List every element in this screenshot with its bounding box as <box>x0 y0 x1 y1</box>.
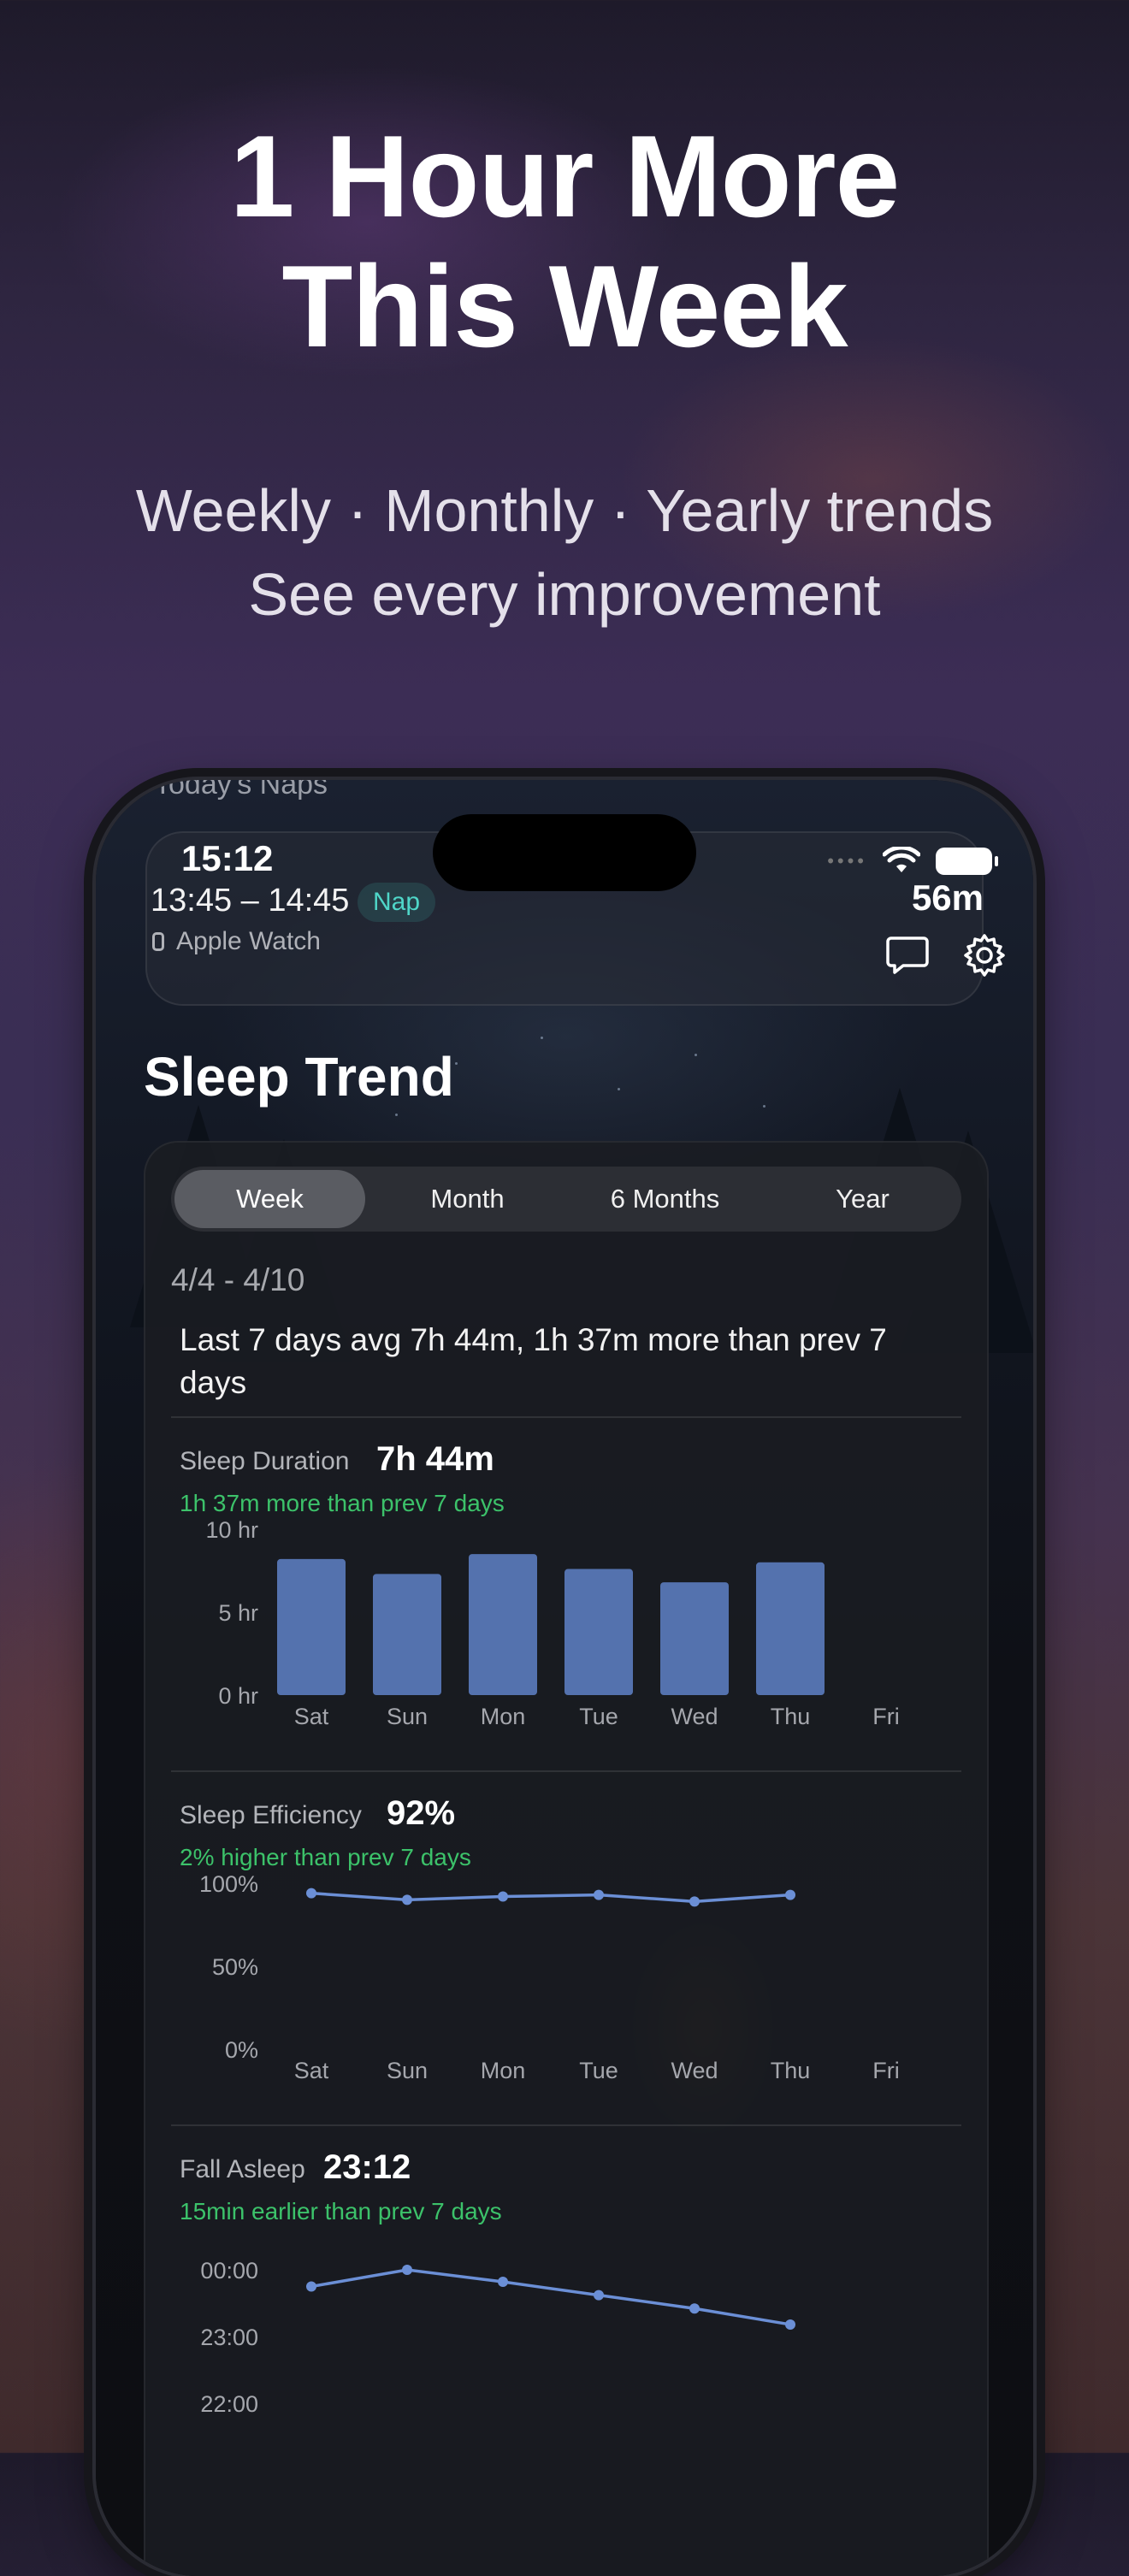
fall-asleep-note: 15min earlier than prev 7 days <box>180 2198 502 2224</box>
bar[interactable] <box>564 1569 633 1695</box>
section-title: Sleep Trend <box>144 1046 454 1108</box>
data-point[interactable] <box>689 2303 700 2314</box>
data-point[interactable] <box>306 2281 316 2292</box>
x-tick-label: Sat <box>294 1704 329 1729</box>
x-tick-label: Sun <box>387 2058 428 2083</box>
x-tick-label: Tue <box>579 1704 618 1729</box>
data-point[interactable] <box>785 2319 795 2330</box>
star <box>618 1088 620 1090</box>
divider <box>171 1416 961 1418</box>
chat-icon[interactable] <box>886 935 929 976</box>
bar[interactable] <box>373 1574 441 1695</box>
data-point[interactable] <box>594 1889 604 1900</box>
x-tick-label: Sat <box>294 2058 329 2083</box>
subline-line-2: See every improvement <box>248 561 881 628</box>
nap-badge: Nap <box>358 883 436 922</box>
data-point[interactable] <box>306 1888 316 1899</box>
sleep-trend-card: Week Month 6 Months Year 4/4 - 4/10 Last… <box>144 1141 989 2576</box>
source-device: Apple Watch <box>152 927 321 956</box>
phone-frame: Today's Naps 15:12 13:45 – 14:45 Nap App… <box>96 780 1033 2576</box>
y-tick-label: 10 hr <box>205 1519 258 1543</box>
star <box>395 1114 398 1116</box>
duration-note: 1h 37m more than prev 7 days <box>180 1490 505 1516</box>
divider <box>171 1770 961 1772</box>
sleep-efficiency-chart: 100% 50% 0% Sat Sun Mon Tue Wed Thu Fri <box>199 1873 900 2083</box>
card-actions <box>886 932 1008 978</box>
period-segmented-control: Week Month 6 Months Year <box>171 1167 961 1232</box>
todays-naps-peek: Today's Naps <box>154 780 328 801</box>
y-tick-label: 5 hr <box>218 1600 258 1626</box>
promo-subline: Weekly · Monthly · Yearly trends See eve… <box>0 469 1129 636</box>
star <box>695 1054 697 1056</box>
efficiency-value: 92% <box>387 1794 456 1832</box>
x-tick-label: Mon <box>481 2058 526 2083</box>
tab-year[interactable]: Year <box>767 1170 958 1228</box>
efficiency-note: 2% higher than prev 7 days <box>180 1844 471 1870</box>
y-tick-label: 0 hr <box>218 1683 258 1709</box>
x-tick-label: Thu <box>771 1704 811 1729</box>
duration-value: 7h 44m <box>376 1440 494 1478</box>
data-point[interactable] <box>402 1894 412 1905</box>
bar[interactable] <box>756 1562 825 1695</box>
x-tick-label: Mon <box>481 1704 526 1729</box>
data-point[interactable] <box>498 1891 508 1902</box>
y-tick-label: 23:00 <box>200 2325 258 2350</box>
trend-summary: Last 7 days avg 7h 44m, 1h 37m more than… <box>180 1322 887 1400</box>
promo-headline: 1 Hour More This Week <box>0 111 1129 371</box>
nap-time-range: 13:45 – 14:45 <box>151 883 350 919</box>
tab-month[interactable]: Month <box>372 1170 563 1228</box>
fall-asleep-label: Fall Asleep <box>180 2155 305 2183</box>
y-tick-label: 00:00 <box>200 2258 258 2284</box>
tab-6-months[interactable]: 6 Months <box>570 1170 760 1228</box>
star <box>455 1062 458 1065</box>
bar[interactable] <box>277 1558 346 1695</box>
y-tick-label: 22:00 <box>200 2391 258 2417</box>
date-range: 4/4 - 4/10 <box>171 1262 305 1297</box>
divider <box>171 2124 961 2126</box>
x-tick-label: Fri <box>872 1704 899 1729</box>
source-label: Apple Watch <box>176 927 321 955</box>
x-tick-label: Sun <box>387 1704 428 1729</box>
y-tick-label: 50% <box>212 1954 258 1980</box>
data-point[interactable] <box>498 2277 508 2288</box>
battery-icon <box>936 848 998 875</box>
y-tick-label: 100% <box>199 1873 258 1897</box>
bar[interactable] <box>469 1554 537 1695</box>
subline-line-1: Weekly · Monthly · Yearly trends <box>135 477 994 544</box>
x-tick-label: Thu <box>771 2058 811 2083</box>
status-icons: •••• <box>827 847 998 876</box>
star <box>541 1037 543 1039</box>
headline-line-2: This Week <box>281 241 848 371</box>
fall-asleep-chart: 00:0023:0022:00SatSunMonTueWedThuFri <box>200 2258 795 2417</box>
wifi-icon <box>883 847 920 872</box>
data-point[interactable] <box>402 2265 412 2275</box>
series-line <box>310 1891 791 1904</box>
data-point[interactable] <box>785 1889 795 1900</box>
data-point[interactable] <box>689 1896 700 1907</box>
fall-asleep-value: 23:12 <box>323 2148 411 2186</box>
efficiency-label: Sleep Efficiency <box>180 1801 362 1829</box>
bar[interactable] <box>660 1582 729 1695</box>
x-tick-label: Wed <box>671 2058 718 2083</box>
x-tick-label: Fri <box>872 2058 899 2083</box>
watch-icon <box>152 932 164 951</box>
tab-week[interactable]: Week <box>174 1170 365 1228</box>
y-tick-label: 0% <box>225 2037 258 2063</box>
series-line <box>310 2268 791 2326</box>
gear-icon[interactable] <box>961 932 1008 978</box>
headline-line-1: 1 Hour More <box>229 111 900 241</box>
sleep-duration-chart: 10 hr 5 hr 0 hr Sat Sun Mon Tue Wed Thu Fri <box>205 1519 899 1729</box>
x-tick-label: Tue <box>579 2058 618 2083</box>
duration-label: Sleep Duration <box>180 1447 350 1475</box>
dynamic-island <box>433 814 696 891</box>
data-point[interactable] <box>594 2289 604 2301</box>
x-tick-label: Wed <box>671 1704 718 1729</box>
star <box>763 1105 765 1108</box>
status-time: 15:12 <box>181 838 274 878</box>
nap-duration: 56m <box>911 877 984 918</box>
signal-dots-icon: •••• <box>827 850 867 871</box>
